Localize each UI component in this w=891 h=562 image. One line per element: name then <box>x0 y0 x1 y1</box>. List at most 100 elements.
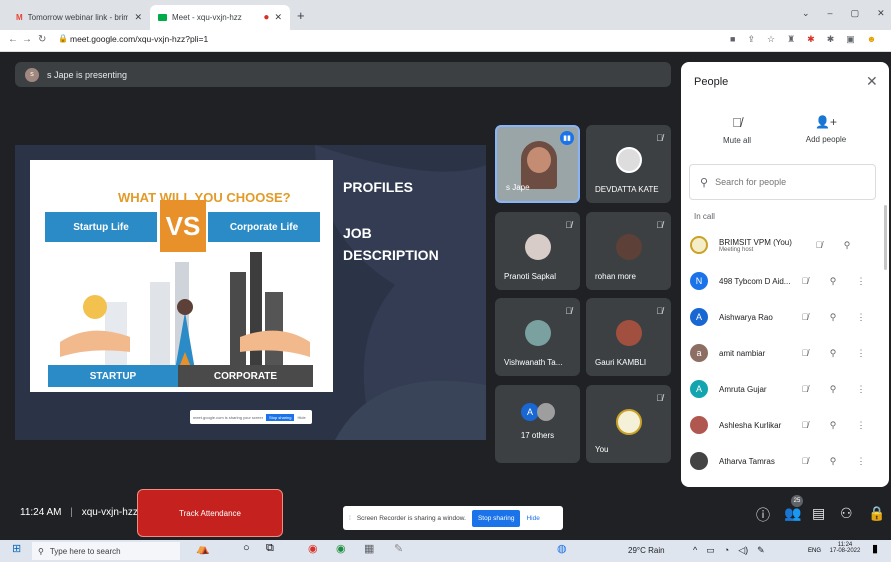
participant-row[interactable]: A Amruta Gujar 🎙̸ ⚲ ⋮ <box>690 374 875 404</box>
bookmark-star-icon[interactable]: ☆ <box>767 34 775 45</box>
participant-tile-others[interactable]: A 17 others <box>495 385 580 463</box>
share-icon[interactable]: ⇪ <box>747 34 755 45</box>
weather-text[interactable]: 29°C Rain <box>628 546 665 555</box>
pin-icon[interactable]: ⚲ <box>819 312 847 323</box>
participant-row[interactable]: BRIMSIT VPM (You) Meeting host 🎙̸ ⚲ <box>690 230 875 260</box>
show-hidden-icon[interactable]: ^ <box>693 545 697 556</box>
pin-icon[interactable]: ⚲ <box>819 348 847 359</box>
windows-start-icon[interactable]: ⊞ <box>12 542 21 555</box>
task-view-icon[interactable]: ⧉ <box>266 542 274 555</box>
more-options-icon[interactable]: ⋮ <box>847 348 875 359</box>
minimize-icon[interactable]: – <box>828 8 833 19</box>
taskbar-search[interactable]: ⚲ Type here to search <box>32 542 180 560</box>
new-tab-button[interactable]: + <box>297 8 305 23</box>
tab-search-icon[interactable]: ⌄ <box>802 8 810 19</box>
participant-tile-gauri[interactable]: 🎙̸ Gauri KAMBLI <box>586 298 671 376</box>
drag-handle-icon[interactable]: ⁞ <box>349 515 351 522</box>
participant-row[interactable]: Ashlesha Kurlikar 🎙̸ ⚲ ⋮ <box>690 410 875 440</box>
people-scrollbar[interactable] <box>884 205 887 270</box>
tab-gmail[interactable]: M Tomorrow webinar link - brimsit ✕ <box>8 5 150 30</box>
meeting-details-icon[interactable]: ⓘ <box>756 505 770 525</box>
participant-tile-devdatta[interactable]: 🎙̸ DEVDATTA KATE <box>586 125 671 203</box>
people-search[interactable]: ⚲ <box>689 164 876 200</box>
participant-tile-vishwanath[interactable]: 🎙̸ Vishwanath Ta... <box>495 298 580 376</box>
more-options-icon[interactable]: ⋮ <box>847 276 875 287</box>
close-tab-icon[interactable]: ✕ <box>134 12 142 23</box>
participant-row[interactable]: N 498 Tybcom D Aid... 🎙̸ ⚲ ⋮ <box>690 266 875 296</box>
lock-icon[interactable]: 🔒 <box>58 34 68 43</box>
participant-tile-s-jape[interactable]: ▮▮ s Jape <box>495 125 580 203</box>
hide-button[interactable]: Hide <box>526 515 539 522</box>
search-input[interactable] <box>715 177 856 187</box>
mic-off-icon[interactable]: 🎙̸ <box>791 276 819 286</box>
pin-icon[interactable]: ⚲ <box>819 384 847 395</box>
participant-name: DEVDATTA KATE <box>595 185 659 194</box>
mic-off-icon[interactable]: 🎙̸ <box>791 456 819 466</box>
maximize-icon[interactable]: ▢ <box>851 8 860 19</box>
mute-all-icon: 🎙̸ <box>732 115 742 130</box>
battery-icon[interactable]: ▭ <box>706 545 715 556</box>
mic-off-icon[interactable]: 🎙̸ <box>791 384 819 394</box>
camera-icon[interactable]: ■ <box>730 34 735 45</box>
clock[interactable]: 11:24 17-08-2022 <box>826 542 864 554</box>
chrome-profile-icon[interactable]: ◉ <box>336 542 346 555</box>
reload-icon[interactable]: ↻ <box>38 34 46 45</box>
chat-icon[interactable]: ▤ <box>812 505 825 522</box>
language-indicator[interactable]: ENG <box>808 548 821 554</box>
mic-off-icon[interactable]: 🎙̸ <box>791 420 819 430</box>
url-field[interactable]: meet.google.com/xqu-vxjn-hzz?pli=1 <box>70 34 208 44</box>
volume-icon[interactable]: ◁) <box>738 545 748 556</box>
pin-icon[interactable]: ⚲ <box>819 420 847 431</box>
participant-row[interactable]: A Aishwarya Rao 🎙̸ ⚲ ⋮ <box>690 302 875 332</box>
participant-avatar <box>525 234 551 260</box>
participant-tile-you[interactable]: 🎙̸ You <box>586 385 671 463</box>
gmail-icon: M <box>16 13 23 22</box>
puzzle-icon[interactable]: ✱ <box>827 34 835 45</box>
participant-row[interactable]: a amit nambiar 🎙̸ ⚲ ⋮ <box>690 338 875 368</box>
presenting-text: s Jape is presenting <box>47 69 128 80</box>
pen-icon[interactable]: ✎ <box>757 545 765 556</box>
activities-icon[interactable]: ⚇ <box>840 505 853 522</box>
more-options-icon[interactable]: ⋮ <box>847 456 875 467</box>
participant-avatar <box>690 416 708 434</box>
forward-icon[interactable]: → <box>22 34 32 45</box>
tab-meet[interactable]: Meet - xqu-vxjn-hzz ● ✕ <box>150 5 290 30</box>
mic-off-icon[interactable]: 🎙̸ <box>805 240 833 250</box>
host-controls-icon[interactable]: 🔒 <box>868 505 885 522</box>
more-options-icon[interactable]: ⋮ <box>847 312 875 323</box>
mute-all-button[interactable]: 🎙̸ Mute all <box>712 115 762 145</box>
add-people-button[interactable]: 👤+ Add people <box>798 115 854 144</box>
more-options-icon[interactable]: ⋮ <box>847 384 875 395</box>
mic-off-icon[interactable]: 🎙̸ <box>791 312 819 322</box>
close-panel-icon[interactable]: ✕ <box>866 73 878 90</box>
sidebar-icon[interactable]: ▣ <box>846 34 855 45</box>
paint-icon[interactable]: ✎ <box>394 542 403 555</box>
wifi-icon[interactable]: ◔ <box>724 545 729 556</box>
back-icon[interactable]: ← <box>8 34 18 45</box>
track-attendance-button[interactable]: Track Attendance <box>137 489 283 537</box>
extension-red-icon[interactable]: ✱ <box>807 34 815 45</box>
more-options-icon[interactable]: ⋮ <box>847 420 875 431</box>
weather-widget-icon[interactable]: ⛺ <box>196 542 210 555</box>
participant-name: You <box>595 445 609 454</box>
stop-sharing-button[interactable]: Stop sharing <box>471 509 521 527</box>
participant-row[interactable]: Atharva Tamras 🎙̸ ⚲ ⋮ <box>690 446 875 476</box>
share-chip-hide: Hide <box>297 414 306 420</box>
app-icon[interactable]: ▦ <box>364 542 374 555</box>
pin-icon[interactable]: ⚲ <box>819 276 847 287</box>
mic-off-icon[interactable]: 🎙̸ <box>791 348 819 358</box>
people-icon[interactable]: 👥 <box>784 505 801 522</box>
participant-tile-pranoti[interactable]: 🎙̸ Pranoti Sapkal <box>495 212 580 290</box>
share-chip-stop: Stop sharing <box>266 413 295 421</box>
cortana-icon[interactable]: ○ <box>243 542 250 554</box>
pin-icon[interactable]: ⚲ <box>819 456 847 467</box>
pin-icon[interactable]: ⚲ <box>833 240 861 251</box>
chrome-icon[interactable]: ◉ <box>308 542 318 555</box>
profile-avatar-icon[interactable]: ☻ <box>867 34 876 45</box>
close-window-icon[interactable]: ✕ <box>877 8 885 19</box>
close-tab-icon[interactable]: ✕ <box>274 12 282 23</box>
extension-icon[interactable]: ♜ <box>787 34 795 45</box>
participant-tile-rohan[interactable]: 🎙̸ rohan more <box>586 212 671 290</box>
network-app-icon[interactable]: ◍ <box>557 542 567 555</box>
notifications-icon[interactable]: ▮ <box>872 542 878 555</box>
